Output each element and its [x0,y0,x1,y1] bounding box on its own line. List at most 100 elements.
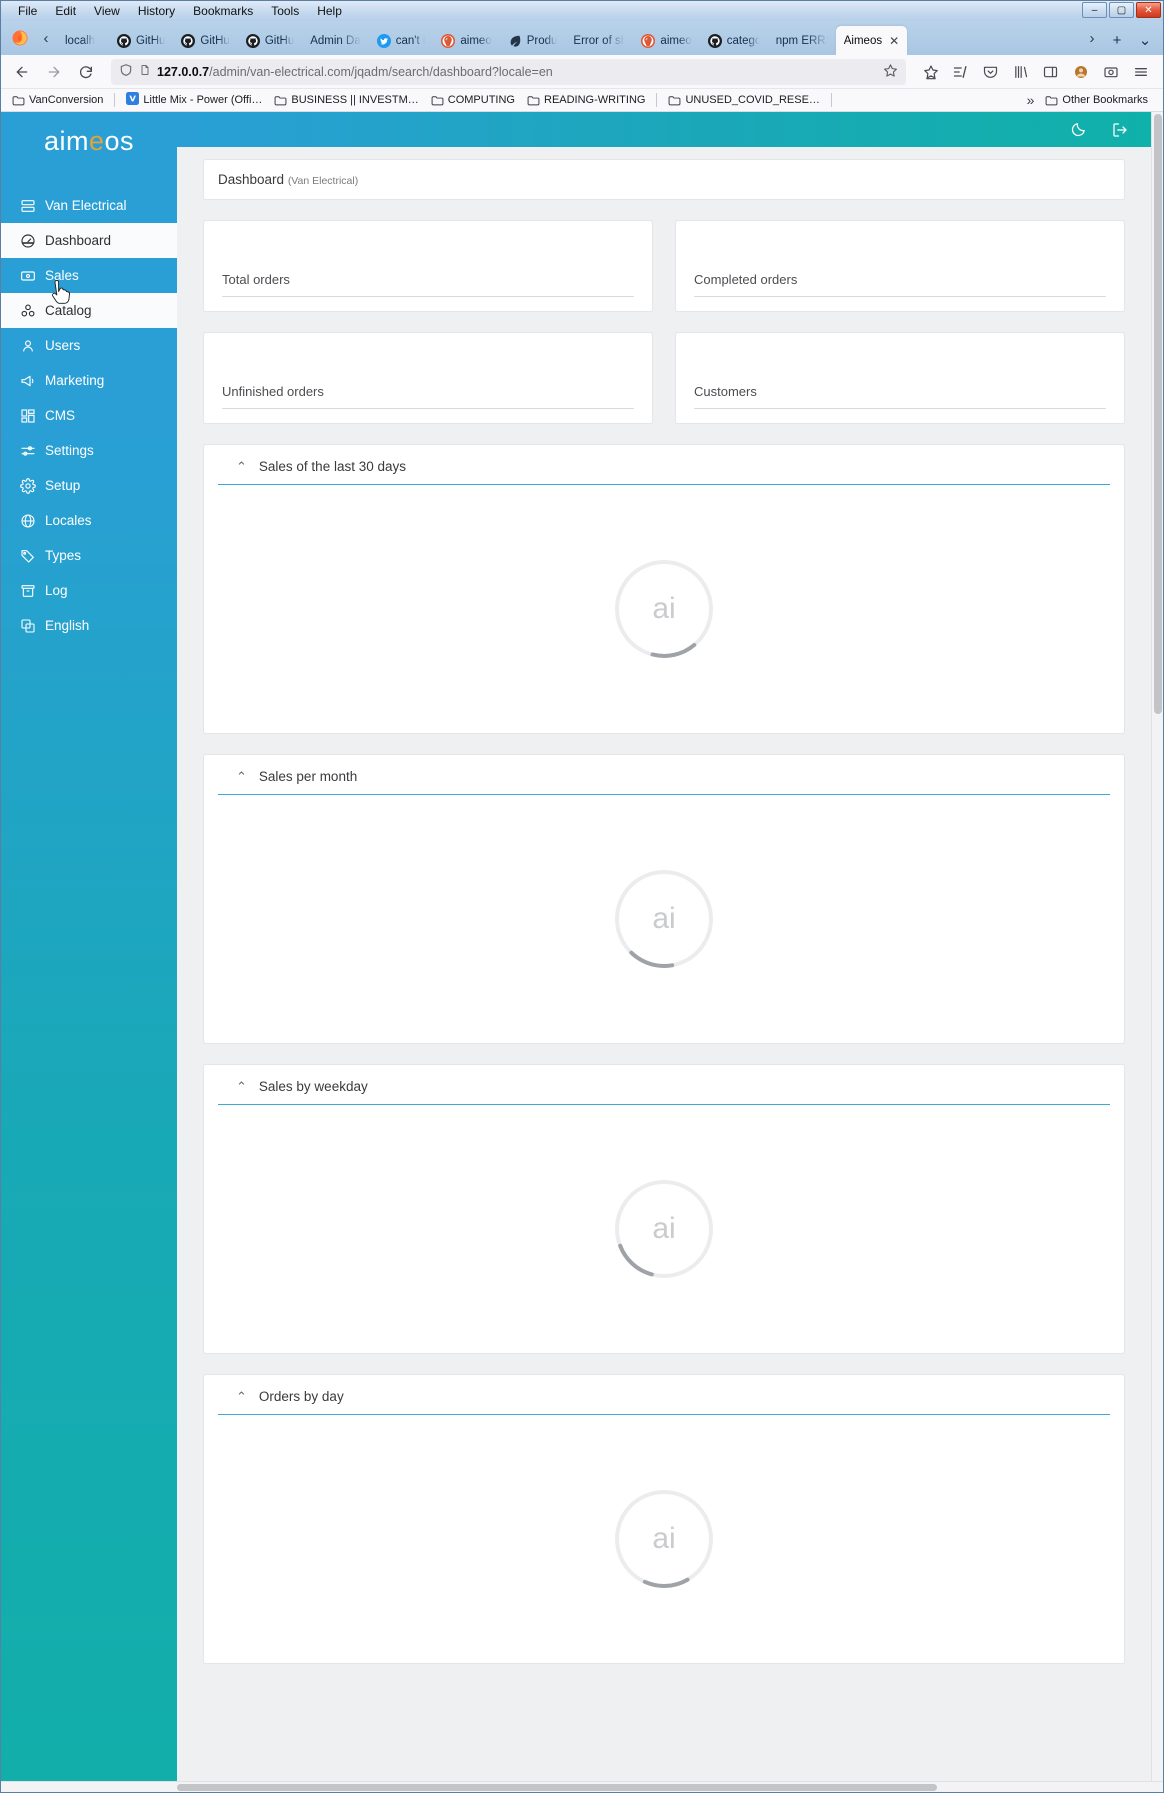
menu-history[interactable]: History [129,2,184,20]
tab-scroll-left-button[interactable]: ‹ [35,21,57,55]
sidebar-item-types[interactable]: Types [1,538,177,573]
bookmark-item[interactable]: Little Mix - Power (Offi… [121,90,267,110]
chevron-up-icon[interactable]: ⌃ [236,1390,247,1403]
chevron-up-icon[interactable]: ⌃ [236,1080,247,1093]
bookmark-item[interactable]: READING-WRITING [522,92,650,108]
reader-view-icon[interactable] [946,58,975,86]
page-info-icon[interactable] [139,63,151,80]
browser-tab[interactable]: catego [700,26,768,55]
forward-button[interactable] [39,58,69,86]
browser-tab[interactable]: npm ERR! [768,26,836,55]
browser-tab[interactable]: localh [57,26,109,55]
other-bookmarks-item[interactable]: Other Bookmarks [1040,92,1153,108]
close-button[interactable]: ✕ [1136,2,1161,18]
url-bar[interactable]: 127.0.0.7/admin/van-electrical.com/jqadm… [111,58,906,85]
panel-header[interactable]: ⌃ Orders by day [218,1375,1110,1415]
sidebar-item-english[interactable]: English [1,608,177,643]
browser-tab[interactable]: GitHu [173,26,237,55]
menu-help[interactable]: Help [308,2,351,20]
back-button[interactable] [7,58,37,86]
sidebar-item-setup[interactable]: Setup [1,468,177,503]
dark-mode-icon[interactable] [1070,121,1087,138]
pocket-icon[interactable] [976,58,1005,86]
account-icon[interactable] [1066,58,1095,86]
bookmark-star-icon[interactable] [883,63,898,81]
menu-icon[interactable] [1126,58,1155,86]
new-tab-button[interactable]: + [1103,25,1131,55]
kpi-rule [694,408,1106,409]
browser-tab-active[interactable]: Aimeos ✕ [835,26,908,55]
panel-header[interactable]: ⌃ Sales per month [218,755,1110,795]
brand-post: os [104,125,135,156]
sidebar-item-van-electrical[interactable]: Van Electrical [1,188,177,223]
kpi-label: Unfinished orders [222,384,324,399]
bookmark-item[interactable]: VanConversion [7,92,108,108]
sidebar-icon[interactable] [1036,58,1065,86]
save-to-pocket-icon[interactable] [916,58,945,86]
bookmarks-overflow: » Other Bookmarks [1027,92,1157,108]
menu-edit[interactable]: Edit [46,2,85,20]
menu-view[interactable]: View [85,2,129,20]
menu-file[interactable]: File [9,2,46,20]
tab-scroll-right-button[interactable]: › [1081,21,1103,55]
menu-bookmarks[interactable]: Bookmarks [184,2,262,20]
sidebar-item-locales[interactable]: Locales [1,503,177,538]
browser-tab[interactable]: Produ [500,26,566,55]
maximize-button[interactable]: ▢ [1109,2,1134,18]
browser-tab[interactable]: GitHu [109,26,173,55]
sidebar-item-label: Van Electrical [45,198,127,213]
sidebar-item-label: Marketing [45,373,105,388]
scrollbar-thumb[interactable] [177,1784,937,1791]
sidebar-item-marketing[interactable]: Marketing [1,363,177,398]
sidebar-item-settings[interactable]: Settings [1,433,177,468]
list-all-tabs-button[interactable]: ⌄ [1131,25,1159,55]
browser-tab[interactable]: GitHu [238,26,302,55]
menu-tools[interactable]: Tools [262,2,308,20]
sidebar-item-dashboard[interactable]: Dashboard [1,223,177,258]
panel-orders-by-day: ⌃ Orders by day ai [203,1374,1125,1664]
panel-title: Sales per month [258,769,358,784]
scrollbar-thumb[interactable] [1154,114,1162,714]
library-icon[interactable] [1006,58,1035,86]
page-scrollbar-vertical[interactable] [1151,112,1163,1784]
browser-tab[interactable]: Admin Da [302,26,369,55]
twitter-icon [376,33,391,48]
browser-navbar: 127.0.0.7/admin/van-electrical.com/jqadm… [1,55,1163,89]
browser-tab[interactable]: Error of sh [565,26,633,55]
bookmarks-overflow-button[interactable]: » [1027,92,1035,108]
sidebar-item-catalog[interactable]: Catalog [1,293,177,328]
browser-tab[interactable]: aimeo [433,26,499,55]
browser-tab[interactable]: can't i [369,26,434,55]
chevron-up-icon[interactable]: ⌃ [236,460,247,473]
panel-header[interactable]: ⌃ Sales by weekday [218,1065,1110,1105]
logout-icon[interactable] [1111,121,1129,139]
sidebar-item-sales[interactable]: Sales [1,258,177,293]
page-scrollbar-horizontal[interactable] [1,1781,1163,1792]
close-tab-icon[interactable]: ✕ [889,34,899,48]
reload-button[interactable] [71,58,101,86]
browser-tab[interactable]: aimeo [633,26,699,55]
aimeos-logo[interactable]: aim e os [1,112,177,170]
page-title-text: Dashboard [218,172,285,187]
folder-icon [12,95,25,106]
url-text: 127.0.0.7/admin/van-electrical.com/jqadm… [157,65,553,79]
folder-icon [431,95,444,106]
chevron-up-icon[interactable]: ⌃ [236,770,247,783]
github-icon [707,33,722,48]
tab-label: npm ERR! [775,34,828,47]
bookmark-label: COMPUTING [447,94,515,106]
minimize-button[interactable]: – [1082,2,1107,18]
sidebar-item-log[interactable]: Log [1,573,177,608]
bookmark-item[interactable]: BUSINESS || INVESTM… [269,92,423,108]
github-icon [245,33,260,48]
sidebar-item-cms[interactable]: CMS [1,398,177,433]
bookmark-item[interactable]: UNUSED_COVID_RESE… [663,92,824,108]
panel-body: ai [204,1105,1124,1353]
window-titlebar: File Edit View History Bookmarks Tools H… [1,1,1163,21]
sidebar-item-users[interactable]: Users [1,328,177,363]
panel-header[interactable]: ⌃ Sales of the last 30 days [218,445,1110,485]
shield-icon[interactable] [119,63,133,80]
bookmark-item[interactable]: COMPUTING [426,92,520,108]
bookmark-label: VanConversion [29,94,104,106]
screenshot-icon[interactable] [1096,58,1125,86]
